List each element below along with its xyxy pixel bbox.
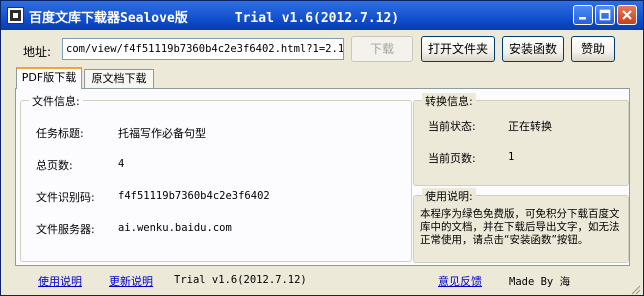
sponsor-button[interactable]: 赞助 [571,36,615,62]
file-id-label: 文件识别码: [36,191,95,204]
open-folder-button[interactable]: 打开文件夹 [421,36,495,62]
total-pages-label: 总页数: [36,159,73,172]
usage-text: 本程序为绿色免费版，可免积分下载百度文库中的文档，并在下载后导出文字，如无法正常… [420,208,620,246]
minimize-icon [579,17,586,20]
address-label: 地址: [23,45,52,59]
tab-pdf-download[interactable]: PDF版下载 [16,67,82,89]
made-by-text: Made By 海 [509,276,571,288]
update-notes-link[interactable]: 更新说明 [109,273,153,289]
file-info-title: 文件信息: [29,93,83,109]
tab-panel: 文件信息: 任务标题: 托福写作必备句型 总页数: 4 文件识别码: f4f51… [15,88,630,266]
feedback-link[interactable]: 意见反馈 [438,273,482,289]
file-id-value: f4f51119b7360b4c2e3f6402 [118,190,270,202]
minimize-button[interactable] [573,5,593,25]
window-title-version: Trial v1.6(2012.7.12) [234,11,400,26]
convert-info-title: 转换信息: [422,93,476,109]
title-bar[interactable]: 百度文库下载器Sealove版 Trial v1.6(2012.7.12) [1,1,643,30]
close-button[interactable] [617,5,637,25]
window-title-name: 百度文库下载器Sealove版 [29,11,188,26]
convert-info-group: 转换信息: 当前状态: 正在转换 当前页数: 1 [413,93,629,186]
usage-title: 使用说明: [422,188,476,204]
resize-grip-icon[interactable] [629,283,641,295]
maximize-icon [599,9,611,21]
download-button[interactable]: 下载 [351,36,413,62]
close-icon [622,10,632,20]
usage-group: 使用说明: 本程序为绿色免费版，可免积分下载百度文库中的文档，并在下载后导出文字… [413,188,629,263]
file-info-group: 文件信息: 任务标题: 托福写作必备句型 总页数: 4 文件识别码: f4f51… [20,93,412,262]
server-value: ai.wenku.baidu.com [118,222,232,234]
total-pages-value: 4 [118,158,125,170]
app-window: 百度文库下载器Sealove版 Trial v1.6(2012.7.12) 地址… [0,0,644,296]
task-title-label: 任务标题: [36,127,84,140]
tab-original-download[interactable]: 原文档下载 [84,69,154,89]
state-label: 当前状态: [428,120,476,133]
maximize-button[interactable] [595,5,615,25]
page-label: 当前页数: [428,152,476,165]
install-fonts-button[interactable]: 安装函数 [502,36,564,62]
server-label: 文件服务器: [36,223,95,236]
help-link[interactable]: 使用说明 [38,273,82,289]
address-input[interactable]: com/view/f4f51119b7360b4c2e3f6402.html?1… [62,38,344,60]
state-value: 正在转换 [508,120,552,133]
page-value: 1 [508,151,515,163]
version-text: Trial v1.6(2012.7.12) [174,274,307,286]
app-icon [7,7,24,24]
task-title-value: 托福写作必备句型 [118,127,206,140]
window-title: 百度文库下载器Sealove版 Trial v1.6(2012.7.12) [29,7,399,26]
